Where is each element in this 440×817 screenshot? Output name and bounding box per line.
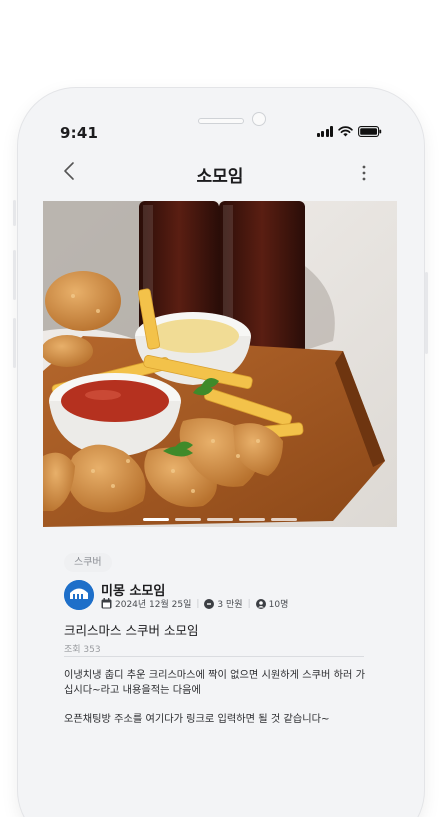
view-count: 조회 353 [64,645,101,655]
carousel-dot[interactable] [143,518,169,521]
avatar[interactable] [64,580,94,610]
status-time: 9:41 [60,124,99,142]
carousel-dot[interactable] [239,518,265,521]
device-side-button [425,272,428,354]
meta-separator: | [247,598,251,609]
device-side-button [13,250,16,300]
divider [64,656,364,657]
wifi-icon [338,126,353,137]
device-camera [252,112,266,126]
meta-separator: | [196,598,200,609]
device-speaker [198,118,244,124]
carousel-indicator[interactable] [43,518,397,521]
food-photo-illustration [43,201,397,527]
meeting-date: 2024년 12월 25일 [115,600,192,610]
group-logo-icon [64,580,94,610]
battery-icon [358,126,382,137]
device-side-button [13,318,16,368]
post-meta: 2024년 12월 25일 | 3 만원 | 10명 [101,597,288,610]
meeting-price: 3 만원 [217,600,243,610]
more-options-icon[interactable] [356,162,372,184]
cellular-signal-icon [316,126,333,137]
post-body-paragraph: 이냉치냉 춥디 추운 크리스마스에 짝이 없으면 시원하게 스쿠버 하러 가십시… [64,670,365,696]
page-title: 소모임 [196,167,244,187]
coin-icon [204,598,215,609]
post-body-paragraph: 오픈채팅방 주소를 여기다가 링크로 입력하면 될 것 같습니다~ [64,714,330,725]
meeting-capacity: 10명 [268,600,289,610]
device-side-button [13,200,16,226]
carousel-dot[interactable] [207,518,233,521]
carousel-dot[interactable] [175,518,201,521]
status-icons [316,126,383,137]
calendar-icon [101,598,112,609]
carousel-dot[interactable] [271,518,297,521]
post-title: 크리스마스 스쿠버 소모임 [64,623,199,638]
category-tag: 스쿠버 [64,553,112,572]
hero-image[interactable] [43,201,397,527]
user-icon [255,598,266,609]
